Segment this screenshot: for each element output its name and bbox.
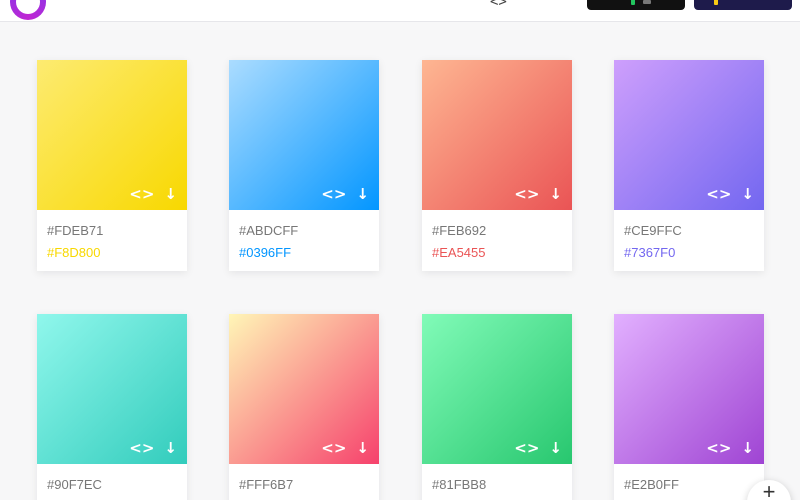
start-color-label[interactable]: #ABDCFF [239,223,298,238]
top-bar: <> [0,0,800,22]
sponsor-button[interactable] [694,0,792,10]
lightning-icon [714,0,718,5]
end-color-label[interactable]: #0396FF [239,245,291,260]
download-icon[interactable]: ↓ [741,441,754,456]
start-color-label[interactable]: #FDEB71 [47,223,103,238]
start-color-label[interactable]: #FFF6B7 [239,477,293,492]
code-icon[interactable]: <> [321,187,346,202]
code-icon[interactable]: <> [514,187,539,202]
gradient-card: <> ↓ #81FBB8 [422,314,572,500]
code-icon[interactable]: <> [129,441,154,456]
gradient-swatch[interactable]: <> ↓ [422,314,572,464]
download-icon[interactable]: ↓ [549,441,562,456]
start-color-label[interactable]: #90F7EC [47,477,102,492]
gradient-swatch[interactable]: <> ↓ [422,60,572,210]
gradient-swatch[interactable]: <> ↓ [37,60,187,210]
code-icon[interactable]: <> [514,441,539,456]
download-icon[interactable]: ↓ [164,187,177,202]
logo[interactable] [10,0,46,20]
gradient-card: <> ↓ #FFF6B7 [229,314,379,500]
gradient-card: <> ↓ #FEB692 #EA5455 [422,60,572,271]
gradient-swatch[interactable]: <> ↓ [614,314,764,464]
code-icon[interactable]: <> [706,187,731,202]
button-label-bar [643,0,651,4]
end-color-label[interactable]: #EA5455 [432,245,486,260]
gradient-card: <> ↓ #CE9FFC #7367F0 [614,60,764,271]
code-icon[interactable]: <> [129,187,154,202]
end-color-label[interactable]: #7367F0 [624,245,675,260]
code-icon[interactable]: <> [321,441,346,456]
download-icon[interactable]: ↓ [741,187,754,202]
gradient-card: <> ↓ #90F7EC [37,314,187,500]
gradient-card: <> ↓ #ABDCFF #0396FF [229,60,379,271]
gradient-swatch[interactable]: <> ↓ [229,60,379,210]
gradient-swatch[interactable]: <> ↓ [229,314,379,464]
download-icon[interactable]: ↓ [164,441,177,456]
start-color-label[interactable]: #E2B0FF [624,477,679,492]
start-color-label[interactable]: #FEB692 [432,223,486,238]
gradient-swatch[interactable]: <> ↓ [614,60,764,210]
gradient-swatch[interactable]: <> ↓ [37,314,187,464]
dark-button[interactable] [587,0,685,10]
download-icon[interactable]: ↓ [356,187,369,202]
download-icon[interactable]: ↓ [549,187,562,202]
end-color-label[interactable]: #F8D800 [47,245,100,260]
gradient-card: <> ↓ #E2B0FF [614,314,764,500]
start-color-label[interactable]: #CE9FFC [624,223,682,238]
gradient-card: <> ↓ #FDEB71 #F8D800 [37,60,187,271]
button-icon [631,0,635,5]
download-icon[interactable]: ↓ [356,441,369,456]
code-toggle-icon[interactable]: <> [490,0,507,10]
code-icon[interactable]: <> [706,441,731,456]
start-color-label[interactable]: #81FBB8 [432,477,486,492]
